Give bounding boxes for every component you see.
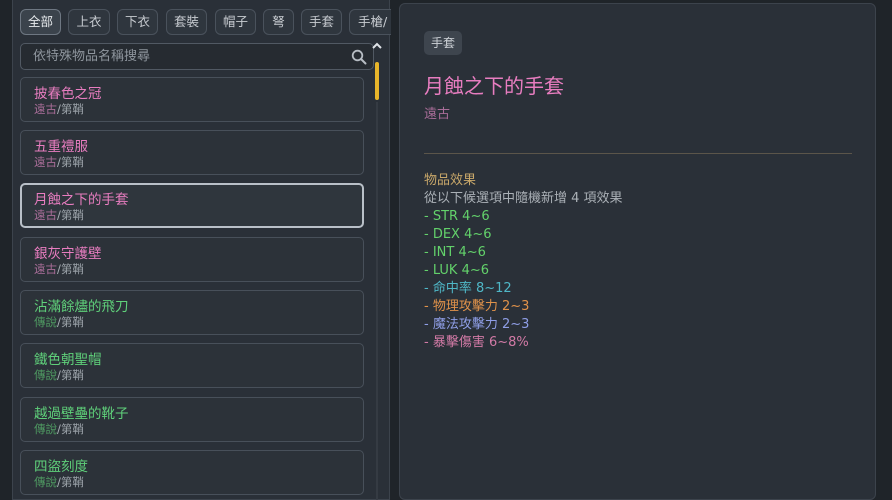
list-item[interactable]: 五重禮服 遠古/第鞘 xyxy=(20,130,364,175)
tab-gloves[interactable]: 手套 xyxy=(301,9,342,35)
item-detail-panel: 手套 月蝕之下的手套 遠古 物品效果 從以下候選項中隨機新增 4 項效果 - S… xyxy=(399,3,876,500)
item-effects: 物品效果 從以下候選項中隨機新增 4 項效果 - STR 4~6 - DEX 4… xyxy=(424,172,623,352)
item-meta: 遠古/第鞘 xyxy=(34,262,84,276)
scroll-up-icon[interactable] xyxy=(371,40,383,52)
effect-line: - 魔法攻擊力 2~3 xyxy=(424,317,530,332)
tab-pistol[interactable]: 手槍/ xyxy=(349,9,391,35)
divider xyxy=(424,153,852,154)
list-item-selected[interactable]: 月蝕之下的手套 遠古/第鞘 xyxy=(20,183,364,228)
list-item[interactable]: 披春色之冠 遠古/第鞘 xyxy=(20,77,364,122)
item-name: 越過壁壘的靴子 xyxy=(34,406,129,422)
tab-bottom[interactable]: 下衣 xyxy=(117,9,158,35)
item-meta: 遠古/第鞘 xyxy=(34,102,84,116)
list-item[interactable]: 越過壁壘的靴子 傳說/第鞘 xyxy=(20,397,364,442)
effects-description: 從以下候選項中隨機新增 4 項效果 xyxy=(424,191,623,206)
tab-all[interactable]: 全部 xyxy=(20,9,61,35)
search-icon[interactable] xyxy=(351,49,367,65)
item-meta: 傳說/第鞘 xyxy=(34,422,84,436)
list-item[interactable]: 銀灰守護壁 遠古/第鞘 xyxy=(20,237,364,282)
effect-line: - LUK 4~6 xyxy=(424,263,490,278)
item-list-panel: 全部 上衣 下衣 套裝 帽子 弩 手套 手槍/ 依特殊物品名稱搜尋 披春色之冠 … xyxy=(12,0,391,500)
search-input[interactable]: 依特殊物品名稱搜尋 xyxy=(33,44,150,69)
item-category-badge: 手套 xyxy=(424,31,463,55)
category-tabs: 全部 上衣 下衣 套裝 帽子 弩 手套 手槍/ xyxy=(20,9,391,37)
item-rarity: 遠古 xyxy=(424,107,451,122)
effect-line: - 暴擊傷害 6~8% xyxy=(424,335,529,350)
list-item[interactable]: 沾滿餘燼的飛刀 傳說/第鞘 xyxy=(20,290,364,335)
item-name: 銀灰守護壁 xyxy=(34,246,102,262)
item-name: 五重禮服 xyxy=(34,139,88,155)
tab-crossbow[interactable]: 弩 xyxy=(263,9,294,35)
item-meta: 傳說/第鞘 xyxy=(34,315,84,329)
effect-line: - INT 4~6 xyxy=(424,245,486,260)
effect-line: - DEX 4~6 xyxy=(424,227,492,242)
tab-top[interactable]: 上衣 xyxy=(68,9,110,35)
tab-suit[interactable]: 套裝 xyxy=(166,9,207,35)
item-name: 鐵色朝聖帽 xyxy=(34,352,102,368)
scrollbar-thumb[interactable] xyxy=(375,62,379,100)
effect-line: - 命中率 8~12 xyxy=(424,281,512,296)
item-name: 沾滿餘燼的飛刀 xyxy=(34,299,129,315)
scrollbar-track[interactable] xyxy=(376,102,378,500)
list-item[interactable]: 鐵色朝聖帽 傳說/第鞘 xyxy=(20,343,364,388)
effect-line: - STR 4~6 xyxy=(424,209,490,224)
effect-line: - 物理攻擊力 2~3 xyxy=(424,299,530,314)
item-name: 披春色之冠 xyxy=(34,86,102,102)
tab-hat[interactable]: 帽子 xyxy=(215,9,256,35)
item-name: 月蝕之下的手套 xyxy=(34,192,129,208)
item-meta: 傳說/第鞘 xyxy=(34,475,84,489)
item-meta: 遠古/第鞘 xyxy=(34,155,84,169)
search-box[interactable]: 依特殊物品名稱搜尋 xyxy=(20,43,374,70)
item-title: 月蝕之下的手套 xyxy=(424,74,564,98)
item-meta: 傳說/第鞘 xyxy=(34,368,84,382)
effects-header: 物品效果 xyxy=(424,173,477,188)
item-name: 四盜刻度 xyxy=(34,459,88,475)
list-item[interactable]: 四盜刻度 傳說/第鞘 xyxy=(20,450,364,495)
item-meta: 遠古/第鞘 xyxy=(34,208,84,222)
